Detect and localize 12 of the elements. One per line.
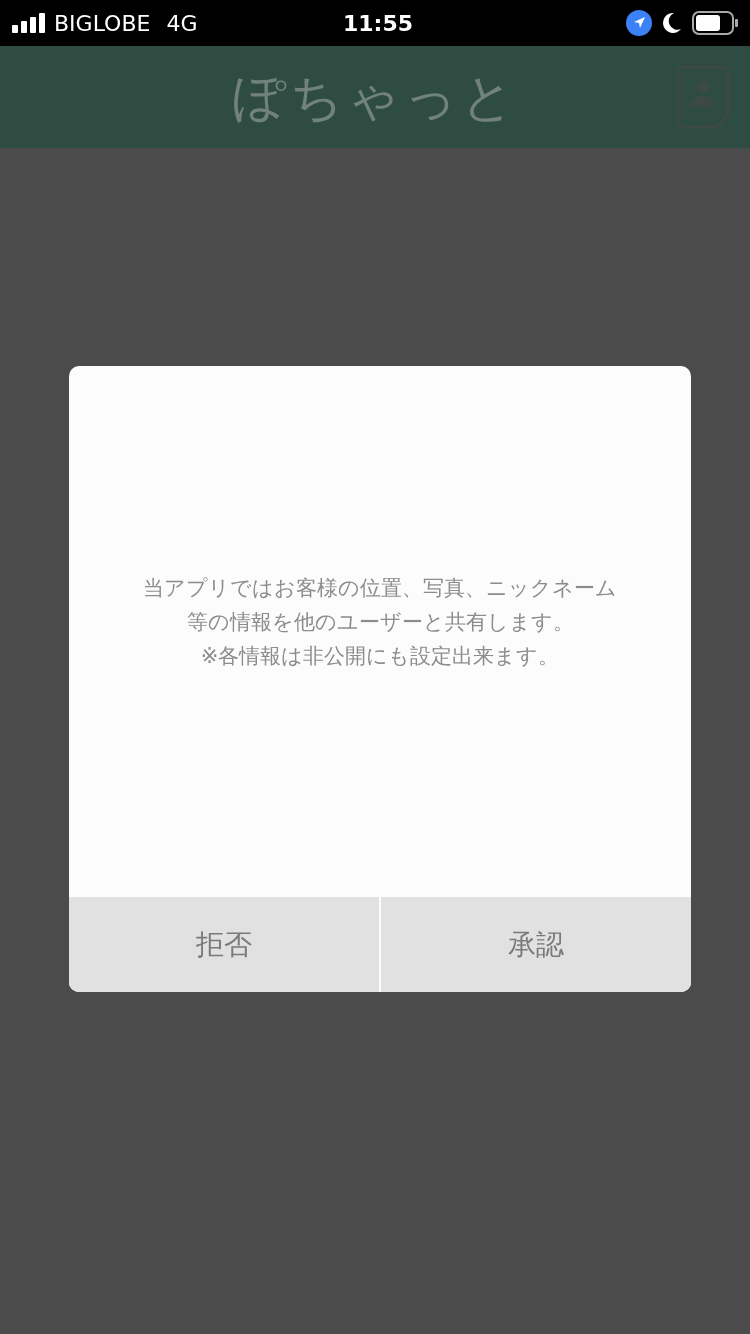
app-title: ぽちゃっと bbox=[232, 66, 518, 129]
carrier-name: BIGLOBE bbox=[54, 9, 151, 38]
dialog-message: 当アプリではお客様の位置、写真、ニックネーム等の情報を他のユーザーと共有します。 bbox=[142, 574, 618, 636]
dialog-note: ※各情報は非公開にも設定出来ます。 bbox=[200, 642, 560, 670]
network-type: 4G bbox=[166, 9, 198, 38]
location-icon bbox=[626, 10, 652, 36]
dialog-button[interactable]: 拒否 bbox=[69, 897, 379, 992]
clock: 11:55 bbox=[343, 10, 414, 38]
dialog-button[interactable]: 承認 bbox=[381, 897, 691, 992]
battery-icon bbox=[692, 11, 738, 35]
moon-icon bbox=[662, 12, 682, 34]
signal-icon bbox=[12, 13, 46, 33]
